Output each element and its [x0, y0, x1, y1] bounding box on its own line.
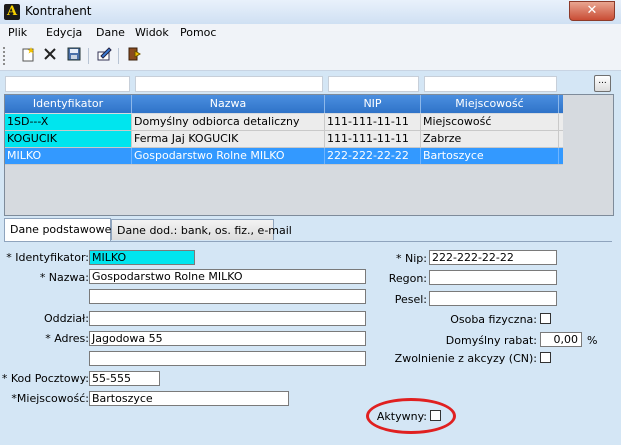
adres-field-2[interactable] [89, 351, 366, 366]
adres-label: * Adres: [45, 332, 89, 345]
adres-field[interactable]: Jagodowa 55 [89, 331, 366, 346]
menu-dane[interactable]: Dane [96, 26, 125, 39]
cell-miejscowosc: Zabrze [421, 131, 559, 147]
toolbar-separator [88, 48, 89, 64]
table-row[interactable]: KOGUCIK Ferma Jaj KOGUCIK 111-111-11-11 … [5, 131, 563, 148]
highlight-ellipse [366, 398, 456, 434]
pesel-label: Pesel: [394, 293, 427, 306]
domyslny-rabat-label: Domyślny rabat: [445, 334, 537, 347]
close-button[interactable]: ✕ [569, 1, 615, 21]
toolbar-separator [118, 48, 119, 64]
contractors-grid: Identyfikator Nazwa NIP Miejscowość 1SD-… [4, 94, 614, 216]
nazwa-field-2[interactable] [89, 289, 366, 304]
cell-identyfikator: KOGUCIK [5, 131, 132, 147]
filter-nip[interactable] [328, 76, 419, 92]
cell-nip: 111-111-11-11 [325, 131, 421, 147]
filter-options-button[interactable]: ... [594, 75, 611, 92]
table-row-selected[interactable]: MILKO Gospodarstwo Rolne MILKO 222-222-2… [5, 148, 563, 165]
title-bar[interactable]: A Kontrahent ✕ [0, 0, 621, 25]
column-header-identyfikator[interactable]: Identyfikator [5, 95, 132, 113]
identyfikator-field[interactable]: MILKO [89, 250, 195, 265]
delete-icon[interactable] [40, 46, 60, 66]
nip-field[interactable]: 222-222-22-22 [429, 250, 557, 265]
nazwa-label: * Nazwa: [39, 271, 89, 284]
toolbar [0, 42, 621, 71]
oddzial-label: Oddział: [43, 312, 89, 325]
rabat-percent-unit: % [587, 334, 598, 347]
zwolnienie-akcyza-label: Zwolnienie z akcyzy (CN): [394, 352, 537, 365]
app-icon: A [4, 4, 20, 20]
osoba-fizyczna-checkbox[interactable] [540, 313, 551, 324]
miejscowosc-field[interactable]: Bartoszyce [89, 391, 289, 406]
kod-pocztowy-field[interactable]: 55-555 [89, 371, 160, 386]
regon-field[interactable] [429, 270, 557, 285]
column-header-nazwa[interactable]: Nazwa [132, 95, 325, 113]
cell-identyfikator: MILKO [5, 148, 132, 164]
table-row[interactable]: 1SD---X Domyślny odbiorca detaliczny 111… [5, 114, 563, 131]
miejscowosc-label: *Miejscowość: [11, 392, 89, 405]
menu-edycja[interactable]: Edycja [46, 26, 82, 39]
menu-widok[interactable]: Widok [135, 26, 169, 39]
domyslny-rabat-field[interactable]: 0,00 [540, 332, 582, 347]
cell-miejscowosc: Bartoszyce [421, 148, 559, 164]
zwolnienie-akcyza-checkbox[interactable] [540, 352, 551, 363]
grid-header: Identyfikator Nazwa NIP Miejscowość [5, 95, 563, 113]
cell-identyfikator: 1SD---X [5, 114, 132, 130]
filter-miejscowosc[interactable] [424, 76, 557, 92]
pesel-field[interactable] [429, 291, 557, 306]
cell-nip: 222-222-22-22 [325, 148, 421, 164]
cell-nazwa: Domyślny odbiorca detaliczny [132, 114, 325, 130]
menu-bar: Plik Edycja Dane Widok Pomoc [0, 24, 621, 42]
column-header-miejscowosc[interactable]: Miejscowość [421, 95, 559, 113]
cell-nazwa: Gospodarstwo Rolne MILKO [132, 148, 325, 164]
edit-icon[interactable] [94, 46, 114, 66]
nip-label: * Nip: [396, 252, 427, 265]
kod-pocztowy-label: * Kod Pocztowy: [1, 372, 89, 385]
toolbar-grip[interactable] [3, 47, 7, 65]
regon-label: Regon: [388, 272, 427, 285]
oddzial-field[interactable] [89, 311, 366, 326]
new-document-icon[interactable] [18, 46, 38, 66]
exit-icon[interactable] [124, 46, 144, 66]
identyfikator-label: * Identyfikator: [6, 251, 89, 264]
save-icon[interactable] [64, 46, 84, 66]
menu-plik[interactable]: Plik [8, 26, 27, 39]
osoba-fizyczna-label: Osoba fizyczna: [450, 313, 537, 326]
filter-identyfikator[interactable] [5, 76, 130, 92]
cell-miejscowosc: Miejscowość [421, 114, 559, 130]
cell-nip: 111-111-11-11 [325, 114, 421, 130]
nazwa-field[interactable]: Gospodarstwo Rolne MILKO [89, 269, 366, 284]
window-title: Kontrahent [25, 4, 92, 18]
column-header-nip[interactable]: NIP [325, 95, 421, 113]
tab-dane-dodatkowe[interactable]: Dane dod.: bank, os. fiz., e-mail [111, 219, 292, 240]
menu-pomoc[interactable]: Pomoc [180, 26, 216, 39]
filter-nazwa[interactable] [135, 76, 323, 92]
cell-nazwa: Ferma Jaj KOGUCIK [132, 131, 325, 147]
tab-dane-podstawowe[interactable]: Dane podstawowe [4, 218, 111, 241]
